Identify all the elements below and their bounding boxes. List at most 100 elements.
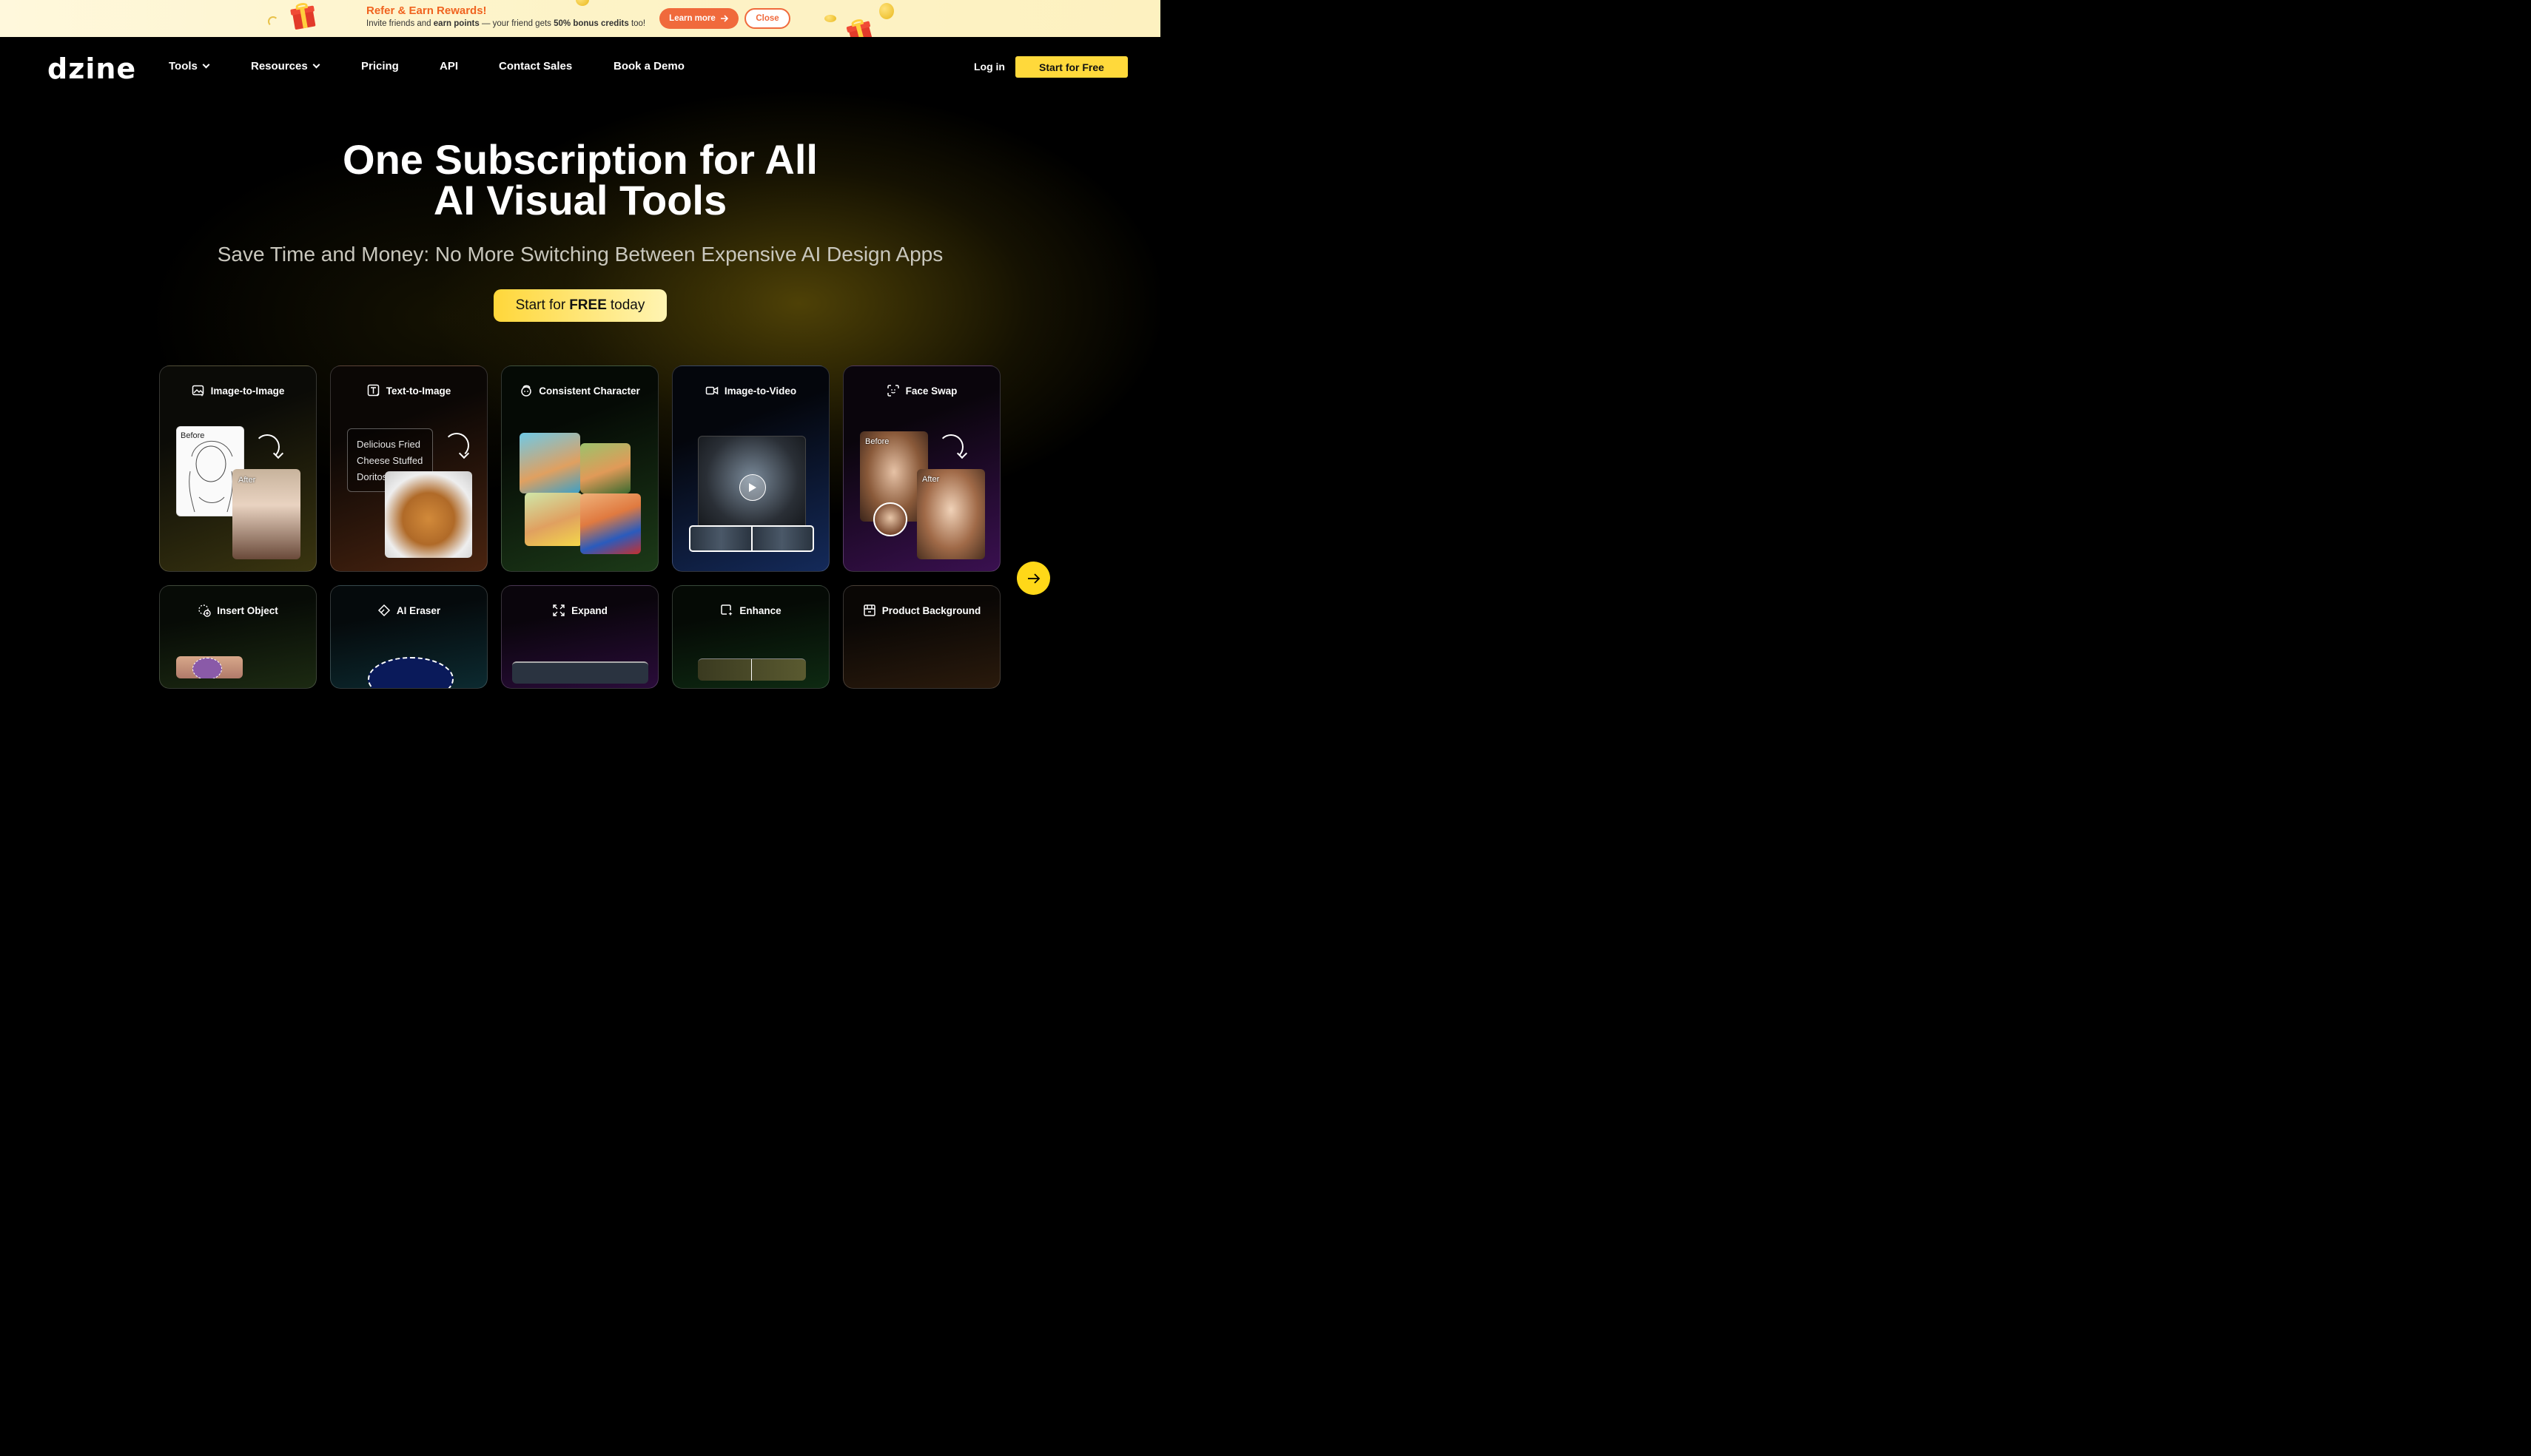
card-title-label: Expand [571, 604, 608, 616]
card-title-label: Product Background [881, 604, 981, 616]
tool-card-face-swap[interactable]: Face Swap Before After [843, 365, 1001, 572]
character-image [580, 443, 631, 493]
gift-icon [288, 1, 319, 32]
chevron-down-icon [312, 61, 320, 69]
insert-object-icon [198, 604, 211, 617]
card-title: Image-to-Image [160, 384, 316, 397]
enhance-image [698, 658, 806, 681]
promo-sub-bold: 50% bonus credits [554, 19, 629, 28]
learn-more-button[interactable]: Learn more [659, 8, 739, 29]
before-label: Before [181, 431, 205, 440]
video-camera-icon [705, 386, 719, 395]
cta-bold: FREE [569, 297, 607, 313]
start-free-button[interactable]: Start for Free [1015, 56, 1128, 78]
character-image [520, 433, 580, 493]
storefront-icon [863, 604, 875, 616]
card-title-label: Text-to-Image [386, 385, 451, 397]
close-promo-button[interactable]: Close [744, 8, 790, 29]
nav-contact-sales[interactable]: Contact Sales [499, 60, 572, 73]
promo-sub-bold: earn points [433, 19, 480, 28]
nav-resources-label: Resources [251, 60, 308, 73]
before-label: Before [865, 437, 890, 446]
logo[interactable]: dzine [47, 53, 136, 85]
tool-card-ai-eraser[interactable]: AI Eraser [330, 585, 488, 689]
image-sparkle-icon [192, 385, 204, 397]
chevron-down-icon [202, 61, 210, 69]
card-title-label: Image-to-Video [724, 385, 797, 397]
cta-text: Start for [515, 297, 566, 313]
play-button[interactable] [739, 474, 766, 501]
confetti-icon [268, 16, 278, 27]
card-title: Product Background [844, 604, 1000, 617]
character-image [580, 493, 641, 554]
start-free-today-button[interactable]: Start for FREE today [494, 289, 667, 322]
food-image [385, 471, 472, 558]
nav-resources[interactable]: Resources [251, 60, 320, 73]
login-link[interactable]: Log in [974, 61, 1005, 73]
expand-image [512, 661, 648, 684]
tool-card-consistent-character[interactable]: Consistent Character [501, 365, 659, 572]
tool-card-text-to-image[interactable]: Text-to-Image Delicious Fried Cheese Stu… [330, 365, 488, 572]
enhance-icon [721, 604, 733, 616]
hero-title-line: AI Visual Tools [433, 177, 727, 223]
card-title-label: AI Eraser [396, 604, 441, 616]
card-title-label: Consistent Character [539, 385, 640, 397]
card-title-label: Face Swap [905, 385, 958, 397]
tool-card-expand[interactable]: Expand [501, 585, 659, 689]
coin-icon [879, 3, 894, 19]
card-title: Enhance [673, 604, 829, 617]
eraser-selection [368, 657, 454, 688]
insert-object-image [176, 656, 243, 678]
card-title-label: Enhance [739, 604, 782, 616]
after-label: After [922, 475, 940, 484]
nav-tools[interactable]: Tools [169, 60, 210, 73]
tool-card-insert-object[interactable]: Insert Object [159, 585, 317, 689]
nav-tools-label: Tools [169, 60, 198, 73]
card-title: Face Swap [844, 384, 1000, 397]
text-sparkle-icon [367, 384, 380, 397]
after-label: After [238, 476, 256, 485]
play-icon [749, 483, 756, 492]
arrow-right-icon [720, 15, 728, 22]
expand-icon [553, 604, 565, 616]
card-title: Expand [502, 604, 658, 617]
character-image [525, 493, 582, 546]
carousel-next-button[interactable] [1017, 562, 1050, 595]
character-icon [521, 385, 531, 397]
nav-pricing[interactable]: Pricing [361, 60, 399, 73]
card-title: Insert Object [160, 604, 316, 617]
tool-card-enhance[interactable]: Enhance [672, 585, 830, 689]
arrow-right-icon [1027, 573, 1040, 584]
nav-book-demo[interactable]: Book a Demo [614, 60, 685, 73]
card-title: Consistent Character [502, 384, 658, 397]
cta-text: today [610, 297, 645, 313]
learn-more-label: Learn more [669, 14, 716, 23]
promo-sub-text: Invite friends and [366, 19, 434, 28]
card-title-label: Insert Object [217, 604, 278, 616]
promo-title: Refer & Earn Rewards! [366, 4, 487, 17]
promo-sub-text: — your friend gets [479, 19, 554, 28]
eraser-icon [377, 604, 390, 617]
hero-subtitle: Save Time and Money: No More Switching B… [217, 243, 944, 266]
promo-subtitle: Invite friends and earn points — your fr… [366, 19, 645, 28]
tool-card-image-to-video[interactable]: Image-to-Video [672, 365, 830, 572]
hero-background [0, 37, 1160, 667]
hero-title: One Subscription for All AI Visual Tools [222, 136, 938, 223]
promo-banner: Refer & Earn Rewards! Invite friends and… [0, 0, 1160, 37]
card-title-label: Image-to-Image [210, 385, 285, 397]
coin-icon [576, 0, 589, 6]
promo-sub-text: too! [628, 19, 646, 28]
card-title: AI Eraser [331, 604, 487, 617]
face-swap-icon [887, 385, 899, 397]
video-timeline[interactable] [689, 525, 814, 552]
source-face-avatar [873, 502, 907, 536]
timeline-playhead[interactable] [751, 527, 753, 550]
gift-icon [844, 16, 876, 37]
nav-api[interactable]: API [440, 60, 458, 73]
card-title: Image-to-Video [673, 384, 829, 397]
hero-title-line: One Subscription for All [343, 136, 818, 183]
tool-card-product-background[interactable]: Product Background [843, 585, 1001, 689]
tool-card-image-to-image[interactable]: Image-to-Image Before After [159, 365, 317, 572]
coin-icon [824, 15, 836, 22]
card-title: Text-to-Image [331, 384, 487, 397]
